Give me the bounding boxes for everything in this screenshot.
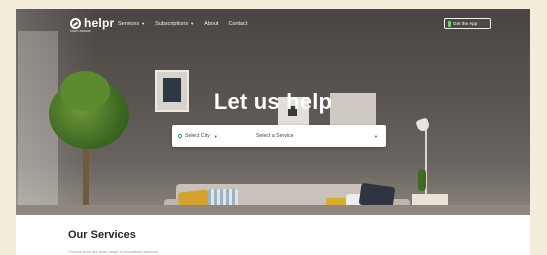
hero-section: helpr kaam aasaan Services ▼ Subscription… xyxy=(16,9,530,215)
nav-about[interactable]: About xyxy=(204,21,218,27)
small-plant xyxy=(418,169,426,191)
chevron-down-icon: ▼ xyxy=(190,21,195,26)
brand-tagline: kaam aasaan xyxy=(70,29,92,33)
services-subtitle: Choose from our wide range of household … xyxy=(68,249,159,254)
city-select-label: Select City xyxy=(185,133,210,139)
nav-services-label: Services xyxy=(118,21,140,27)
floor xyxy=(16,205,530,215)
services-title: Our Services xyxy=(68,229,136,241)
nav-subscriptions-label: Subscriptions xyxy=(155,21,189,27)
helpr-logo-icon xyxy=(70,17,81,29)
city-select[interactable]: Select City ▼ xyxy=(172,133,246,139)
get-app-button[interactable]: Get the App xyxy=(444,18,491,29)
chevron-down-icon: ▼ xyxy=(213,133,218,139)
nav-subscriptions[interactable]: Subscriptions ▼ xyxy=(155,21,194,27)
lamp-icon xyxy=(415,117,431,133)
get-app-label: Get the App xyxy=(453,21,478,26)
nav-contact[interactable]: Contact xyxy=(228,21,247,27)
chevron-down-icon: ▼ xyxy=(141,21,146,26)
brand-name: helpr xyxy=(84,16,115,30)
service-select[interactable]: Select a Service ▼ xyxy=(246,125,386,147)
nav-links: Services ▼ Subscriptions ▼ About Contact xyxy=(118,21,247,27)
search-bar: Select City ▼ Select a Service ▼ xyxy=(172,125,386,147)
page: helpr kaam aasaan Services ▼ Subscription… xyxy=(16,9,530,255)
logo[interactable]: helpr xyxy=(70,16,114,30)
screenshot-frame: helpr kaam aasaan Services ▼ Subscription… xyxy=(0,0,547,255)
phone-icon xyxy=(448,20,451,27)
service-select-label: Select a Service xyxy=(256,133,294,139)
hero-headline: Let us help xyxy=(213,89,333,114)
location-pin-icon xyxy=(177,133,183,139)
chevron-down-icon: ▼ xyxy=(374,133,378,139)
nav-services[interactable]: Services ▼ xyxy=(118,21,145,27)
top-nav: helpr kaam aasaan Services ▼ Subscription… xyxy=(16,9,530,41)
